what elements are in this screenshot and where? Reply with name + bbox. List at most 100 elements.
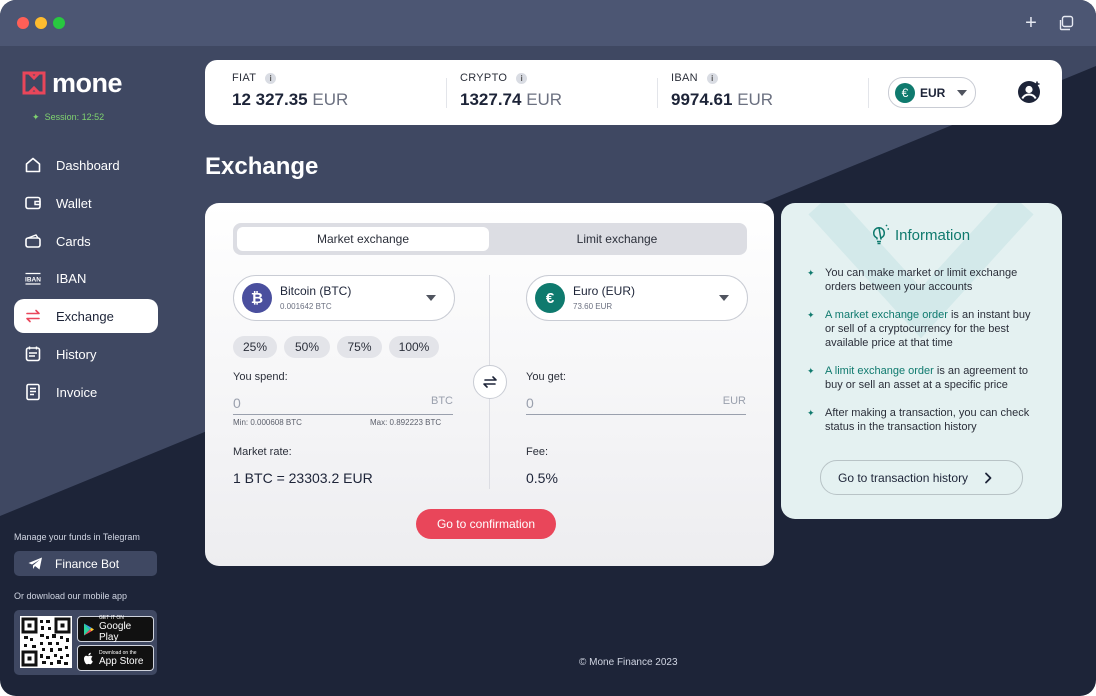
percent-50-button[interactable]: 50% [284,336,330,358]
brand-name: mone [52,67,123,98]
tab-limit-exchange[interactable]: Limit exchange [491,227,743,251]
close-window-button[interactable] [17,17,29,29]
maximize-window-button[interactable] [53,17,65,29]
balance-currency: EUR [737,90,774,109]
euro-icon: € [535,283,565,313]
info-icon[interactable]: i [265,72,277,84]
balance-amount: 12 327.35 [232,90,308,109]
nav-label: Exchange [56,308,114,324]
balance-currency: EUR [526,90,563,109]
balance-currency: EUR [312,90,349,109]
session-timer: ✦ Session: 12:52 [32,112,104,123]
divider [868,78,869,108]
session-icon: ✦ [32,112,40,122]
min-amount: Min: 0.000608 BTC [233,418,302,427]
history-icon [23,344,43,364]
to-currency-balance: 73.60 EUR [573,302,613,311]
nav-label: Invoice [56,384,98,400]
new-tab-icon[interactable]: + [1020,12,1042,34]
spend-unit: BTC [431,395,453,407]
profile-avatar-icon[interactable] [1017,80,1041,104]
balance-bar: FIAT i 12 327.35 EUR CRYPTO i 1327.74 EUR … [205,60,1062,125]
info-icon[interactable]: i [516,72,528,84]
nav-cards[interactable]: Cards [14,224,158,258]
nav-label: Dashboard [56,157,120,173]
info-bullet: ✦ A limit exchange order is an agreement… [807,364,1039,392]
iban-icon: IBAN [23,268,43,288]
swap-icon [481,373,499,391]
info-bullet: ✦ A market exchange order is an instant … [807,308,1039,350]
exchange-icon [23,306,43,326]
balance-amount: 9974.61 [671,90,733,109]
balance-amount: 1327.74 [460,90,522,109]
from-currency-balance: 0.001642 BTC [280,302,332,311]
google-play-button[interactable]: GET IT ON Google Play [77,615,154,643]
nav-iban[interactable]: IBAN IBAN [14,261,158,295]
bitcoin-icon: ₿ [242,283,272,313]
rate-label: Market rate: [233,446,292,458]
nav-wallet[interactable]: Wallet [14,186,158,220]
currency-select[interactable]: € EUR [888,77,976,108]
nav-dashboard[interactable]: Dashboard [14,148,158,182]
nav-label: History [56,346,97,362]
from-currency-select[interactable]: ₿ Bitcoin (BTC) 0.001642 BTC [233,275,455,321]
get-input[interactable]: 0 EUR [526,390,746,415]
balance-label: IBAN [671,72,698,84]
nav-history[interactable]: History [14,337,158,371]
app-store-button[interactable]: Download on the App Store [77,645,154,671]
from-currency-name: Bitcoin (BTC) [280,284,352,298]
balance-label: FIAT [232,72,257,84]
currency-value: EUR [920,85,946,100]
invoice-icon [23,382,43,402]
nav-exchange[interactable]: Exchange [14,299,158,333]
logo-icon [22,71,46,95]
balance-crypto: CRYPTO i 1327.74 EUR [460,72,562,110]
telegram-icon [28,557,43,570]
chevron-right-icon [984,472,992,484]
information-title: Information [895,227,971,244]
get-label: You get: [526,371,566,383]
svg-text:IBAN: IBAN [25,277,41,284]
percent-25-button[interactable]: 25% [233,336,277,358]
nav-label: IBAN [56,270,87,286]
app-store-small: Download on the [99,649,137,656]
tab-market-exchange[interactable]: Market exchange [237,227,489,251]
chevron-down-icon [719,295,729,301]
nav-invoice[interactable]: Invoice [14,375,158,409]
exchange-tabs: Market exchange Limit exchange [233,223,747,255]
minimize-window-button[interactable] [35,17,47,29]
nav-label: Wallet [56,195,92,211]
sidebar: mone ✦ Session: 12:52 Dashboard Wallet C… [0,46,175,696]
telegram-caption: Manage your funds in Telegram [14,532,140,542]
balance-label: CRYPTO [460,72,508,84]
balance-iban: IBAN i 9974.61 EUR [671,72,773,110]
app-window: + mone ✦ Session: 12:52 Dashboard Wallet… [0,0,1096,696]
get-value: 0 [526,395,534,411]
nav-label: Cards [56,233,91,249]
qr-code [20,616,72,668]
information-panel: Information ✦ You can make market or lim… [781,203,1062,519]
spend-input[interactable]: 0 BTC [233,390,453,415]
go-to-confirmation-button[interactable]: Go to confirmation [416,509,556,539]
swap-currencies-button[interactable] [473,365,507,399]
info-icon[interactable]: i [706,72,718,84]
info-text: You can make market or limit exchange or… [825,267,1018,293]
cards-icon [23,231,43,251]
percent-75-button[interactable]: 75% [337,336,382,358]
title-bar: + [0,0,1096,46]
fee-value: 0.5% [526,470,558,486]
mobile-caption: Or download our mobile app [14,591,128,601]
lightbulb-icon [868,224,890,246]
divider [657,78,658,108]
to-currency-name: Euro (EUR) [573,284,636,298]
copy-window-icon[interactable] [1055,12,1077,34]
to-currency-select[interactable]: € Euro (EUR) 73.60 EUR [526,275,748,321]
bullet-star-icon: ✦ [807,366,815,376]
go-to-transaction-history-button[interactable]: Go to transaction history [820,460,1023,495]
finance-bot-button[interactable]: Finance Bot [14,551,157,576]
percent-100-button[interactable]: 100% [389,336,439,358]
bullet-star-icon: ✦ [807,310,815,320]
info-highlight: A limit exchange order [825,365,934,377]
session-text: Session: 12:52 [44,112,105,122]
get-unit: EUR [722,395,746,407]
